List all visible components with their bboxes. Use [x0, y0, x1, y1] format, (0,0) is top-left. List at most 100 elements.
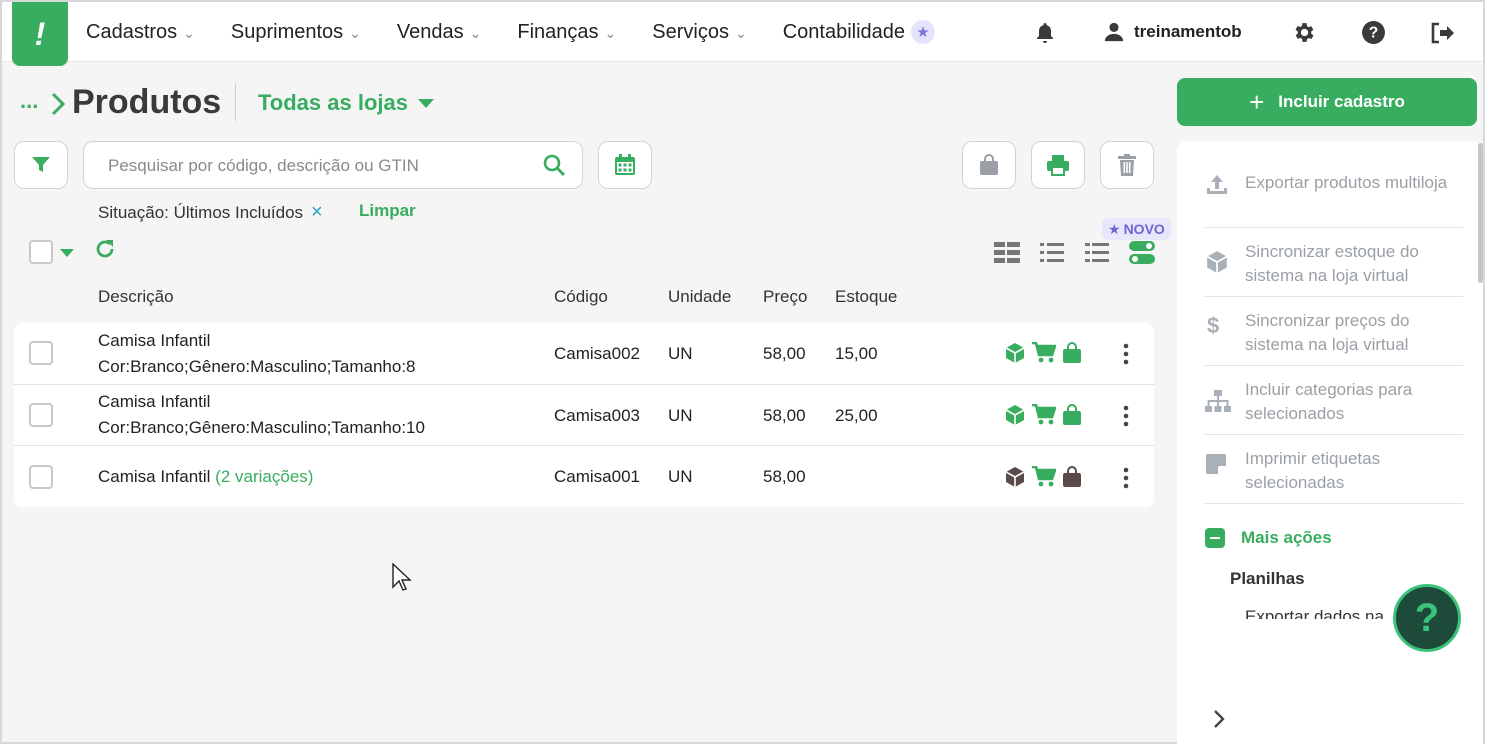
action-label: Sincronizar estoque do sistema na loja v…: [1245, 242, 1419, 285]
cart-icon[interactable]: [1032, 342, 1056, 364]
shopping-bag-icon[interactable]: [1062, 342, 1082, 364]
table-row[interactable]: Camisa Infantil Cor:Branco;Gênero:Mascul…: [14, 323, 1154, 384]
row-code: Camisa001: [554, 467, 640, 486]
gear-icon[interactable]: [1292, 20, 1317, 45]
more-actions-toggle[interactable]: Mais ações: [1205, 528, 1332, 548]
col-header-code[interactable]: Código: [554, 287, 608, 307]
include-record-label: Incluir cadastro: [1278, 92, 1405, 111]
row-stock: 15,00: [835, 344, 878, 363]
cart-icon[interactable]: [1032, 466, 1056, 488]
menu-label: Vendas: [396, 20, 464, 43]
calendar-icon: [615, 154, 635, 175]
toggle-view-icon[interactable]: [1129, 240, 1155, 266]
help-icon[interactable]: ?: [1361, 20, 1386, 45]
row-unit: UN: [668, 406, 693, 425]
menu-label: Finanças: [517, 20, 599, 43]
row-stock: 25,00: [835, 406, 878, 425]
variations-link[interactable]: (2 variações): [215, 467, 313, 486]
row-unit: UN: [668, 344, 693, 363]
store-select[interactable]: Todas as lojas: [258, 90, 434, 116]
action-sync-stock[interactable]: Sincronizar estoque do sistema na loja v…: [1205, 240, 1463, 297]
box-icon[interactable]: [1004, 404, 1026, 426]
list-view-icon[interactable]: [1040, 242, 1064, 264]
remove-filter-icon[interactable]: ×: [311, 201, 323, 224]
table-row[interactable]: Camisa Infantil Cor:Branco;Gênero:Mascul…: [14, 384, 1154, 445]
new-badge-label: NOVO: [1123, 221, 1165, 237]
row-checkbox[interactable]: [29, 341, 53, 365]
more-actions-icon[interactable]: [1122, 405, 1130, 427]
box-icon[interactable]: [1004, 342, 1026, 364]
chevron-right-icon: [51, 92, 66, 116]
col-header-stock[interactable]: Estoque: [835, 287, 897, 307]
row-description: Camisa Infantil (2 variações): [98, 464, 313, 490]
col-header-description[interactable]: Descrição: [98, 287, 174, 307]
shopping-bag-icon[interactable]: [1062, 466, 1082, 488]
menu-contabilidade[interactable]: Contabilidade ★: [782, 20, 936, 44]
chevron-down-icon: ⌄: [349, 25, 361, 41]
user-icon: [1104, 22, 1124, 42]
help-chat-button[interactable]: ?: [1393, 584, 1461, 652]
logout-icon[interactable]: [1429, 21, 1455, 45]
more-actions-icon[interactable]: [1122, 343, 1130, 365]
row-checkbox[interactable]: [29, 403, 53, 427]
col-header-unit[interactable]: Unidade: [668, 287, 731, 307]
action-include-categories[interactable]: Incluir categorias para selecionados: [1205, 378, 1463, 435]
dollar-icon: $: [1207, 313, 1220, 338]
col-header-price[interactable]: Preço: [763, 287, 807, 307]
svg-text:?: ?: [1369, 25, 1379, 42]
action-sync-prices[interactable]: $ Sincronizar preços do sistema na loja …: [1205, 309, 1463, 366]
products-table: Camisa Infantil Cor:Branco;Gênero:Mascul…: [14, 323, 1154, 507]
side-panel-scrollbar[interactable]: [1478, 143, 1483, 283]
search-input[interactable]: [108, 154, 528, 178]
product-attributes: Cor:Branco;Gênero:Masculino;Tamanho:8: [98, 357, 416, 376]
mouse-cursor-icon: [392, 563, 412, 591]
date-filter-button[interactable]: [598, 141, 652, 189]
include-record-button[interactable]: + Incluir cadastro: [1177, 78, 1477, 126]
collapse-icon: [1205, 528, 1225, 548]
print-button[interactable]: [1031, 141, 1085, 189]
row-price: 58,00: [763, 406, 806, 425]
bell-icon[interactable]: [1033, 21, 1057, 45]
select-all-checkbox[interactable]: [29, 240, 53, 264]
cart-icon[interactable]: [1032, 404, 1056, 426]
select-options-caret-icon[interactable]: [60, 249, 74, 257]
user-menu[interactable]: treinamentob: [1103, 2, 1242, 62]
username: treinamentob: [1134, 22, 1242, 41]
more-actions-label: Mais ações: [1241, 528, 1332, 547]
active-filter: Situação: Últimos Incluídos ×: [98, 201, 323, 224]
more-actions-icon[interactable]: [1122, 467, 1130, 489]
menu-vendas[interactable]: Vendas ⌄: [397, 21, 481, 44]
menu-cadastros[interactable]: Cadastros ⌄: [86, 21, 195, 44]
new-badge: ★ NOVO: [1102, 218, 1171, 240]
menu-servicos[interactable]: Serviços ⌄: [652, 21, 746, 44]
app-logo[interactable]: !: [12, 2, 68, 66]
row-description: Camisa Infantil Cor:Branco;Gênero:Mascul…: [98, 389, 425, 441]
page-title: Produtos: [72, 83, 222, 121]
row-price: 58,00: [763, 344, 806, 363]
star-icon: ★: [911, 20, 936, 44]
menu-label: Serviços: [652, 20, 729, 43]
compact-list-view-icon[interactable]: [1085, 242, 1109, 264]
delete-button[interactable]: [1100, 141, 1154, 189]
action-export-multistore[interactable]: Exportar produtos multiloja: [1205, 171, 1463, 228]
action-print-labels[interactable]: Imprimir etiquetas selecionadas: [1205, 447, 1463, 504]
side-actions-panel: Exportar produtos multiloja Sincronizar …: [1177, 141, 1483, 744]
menu-suprimentos[interactable]: Suprimentos ⌄: [231, 21, 361, 44]
menu-label: Contabilidade: [782, 20, 906, 43]
chevron-right-icon[interactable]: [1212, 708, 1226, 730]
chevron-down-icon: ⌄: [604, 25, 617, 41]
store-bag-button[interactable]: [962, 141, 1016, 189]
breadcrumb-more[interactable]: ...: [20, 88, 38, 114]
table-row[interactable]: Camisa Infantil (2 variações) Camisa001 …: [14, 445, 1154, 507]
clear-filters-link[interactable]: Limpar: [359, 201, 416, 221]
shopping-bag-icon[interactable]: [1062, 404, 1082, 426]
search-icon[interactable]: [542, 153, 566, 177]
menu-financas[interactable]: Finanças ⌄: [517, 21, 616, 44]
row-checkbox[interactable]: [29, 465, 53, 489]
top-nav: ! Cadastros ⌄ Suprimentos ⌄ Vendas ⌄ Finanç…: [2, 2, 1483, 66]
refresh-icon[interactable]: [94, 238, 116, 260]
action-export-data[interactable]: Exportar dados na: [1245, 605, 1384, 619]
box-icon[interactable]: [1004, 466, 1026, 488]
filter-button[interactable]: [14, 141, 68, 189]
grid-view-icon[interactable]: [994, 242, 1020, 264]
